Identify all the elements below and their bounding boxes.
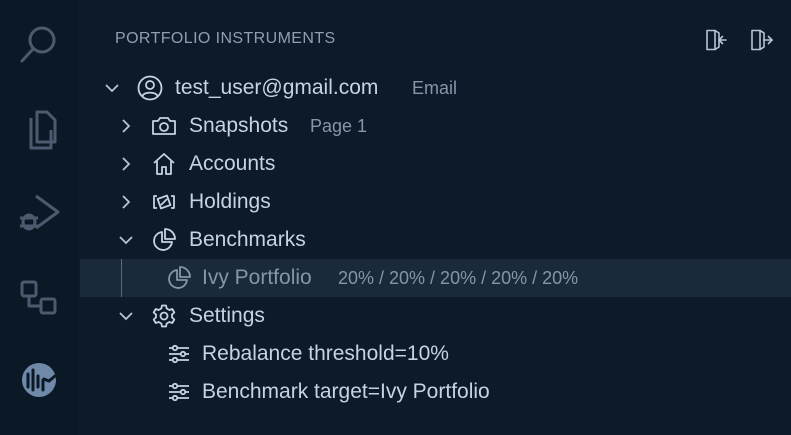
extensions-icon[interactable] xyxy=(0,268,78,328)
tree-item-rebalance-threshold[interactable]: Rebalance threshold=10% xyxy=(80,335,791,373)
tree-item-snapshots[interactable]: Snapshots Page 1 xyxy=(80,107,791,145)
app-window: PORTFOLIO INSTRUMENTS test_user@gmail.co… xyxy=(0,0,791,435)
chevron-down-icon[interactable] xyxy=(118,232,134,248)
tree-item-account[interactable]: test_user@gmail.com Email xyxy=(80,69,791,107)
search-icon[interactable] xyxy=(0,14,78,74)
pie-chart-icon xyxy=(151,227,177,253)
portfolio-instruments-panel: PORTFOLIO INSTRUMENTS test_user@gmail.co… xyxy=(80,0,791,435)
sign-in-icon[interactable] xyxy=(703,27,729,53)
files-icon[interactable] xyxy=(0,100,78,160)
ivy-portfolio-label: Ivy Portfolio xyxy=(202,266,312,289)
tree-item-accounts[interactable]: Accounts xyxy=(80,145,791,183)
activity-bar xyxy=(0,0,78,435)
home-icon xyxy=(151,151,177,177)
settings-sliders-icon xyxy=(166,379,192,405)
benchmarks-label: Benchmarks xyxy=(189,228,306,251)
chevron-down-icon[interactable] xyxy=(104,80,120,96)
chevron-right-icon[interactable] xyxy=(118,194,134,210)
tree-item-ivy-portfolio[interactable]: Ivy Portfolio 20% / 20% / 20% / 20% / 20… xyxy=(80,259,791,297)
chevron-down-icon[interactable] xyxy=(118,308,134,324)
holdings-label: Holdings xyxy=(189,190,271,213)
sign-out-icon[interactable] xyxy=(749,27,775,53)
indent-guide xyxy=(121,259,122,297)
snapshots-description: Page 1 xyxy=(310,116,368,136)
holdings-icon xyxy=(151,189,177,215)
tree-item-benchmark-target[interactable]: Benchmark target=Ivy Portfolio xyxy=(80,373,791,411)
run-debug-icon[interactable] xyxy=(0,183,78,243)
panel-title: PORTFOLIO INSTRUMENTS xyxy=(115,30,336,47)
account-icon xyxy=(137,75,163,101)
camera-icon xyxy=(151,113,177,139)
tree-item-settings[interactable]: Settings xyxy=(80,297,791,335)
ivy-portfolio-allocation: 20% / 20% / 20% / 20% / 20% xyxy=(338,268,579,288)
tree-item-benchmarks[interactable]: Benchmarks xyxy=(80,221,791,259)
account-description: Email xyxy=(412,78,458,98)
snapshots-label: Snapshots xyxy=(189,114,289,137)
portfolio-extension-icon[interactable] xyxy=(0,350,78,410)
chevron-right-icon[interactable] xyxy=(118,118,134,134)
account-email-label: test_user@gmail.com xyxy=(175,76,379,99)
settings-sliders-icon xyxy=(166,341,192,367)
tree-item-holdings[interactable]: Holdings xyxy=(80,183,791,221)
gear-icon xyxy=(151,303,177,329)
pie-chart-icon xyxy=(166,265,192,291)
rebalance-threshold-label: Rebalance threshold=10% xyxy=(202,342,449,365)
chevron-right-icon[interactable] xyxy=(118,156,134,172)
benchmark-target-label: Benchmark target=Ivy Portfolio xyxy=(202,380,490,403)
accounts-label: Accounts xyxy=(189,152,276,175)
settings-label: Settings xyxy=(189,304,265,327)
